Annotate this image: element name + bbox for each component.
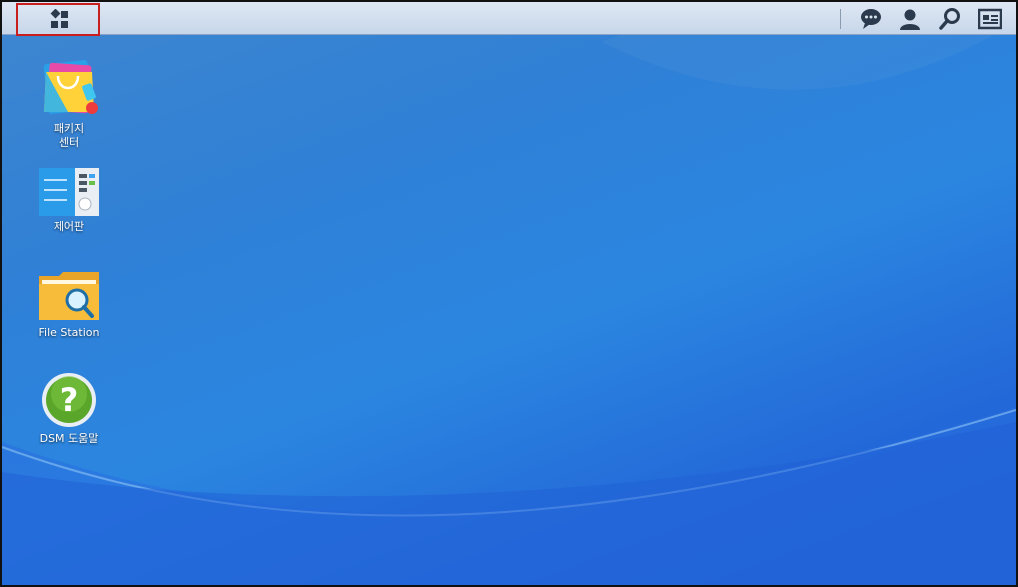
desktop-shortcut-label: File Station bbox=[38, 326, 100, 339]
desktop-shortcut-file-station[interactable]: File Station bbox=[22, 270, 116, 340]
desktop-shortcut-label: DSM 도움말 bbox=[39, 432, 99, 445]
svg-text:?: ? bbox=[60, 381, 79, 419]
widgets-icon[interactable] bbox=[978, 7, 1002, 31]
package-center-icon bbox=[43, 60, 98, 114]
control-panel-icon bbox=[39, 168, 99, 216]
file-station-icon bbox=[39, 272, 99, 320]
dsm-desktop: 패키지 센터 제어판 File Station ? DSM 도움말 bbox=[0, 0, 1018, 587]
main-menu-button[interactable] bbox=[16, 3, 100, 36]
desktop-wallpaper-wave bbox=[2, 2, 1016, 585]
desktop-shortcut-label: 패키지 센터 bbox=[53, 122, 85, 149]
dsm-help-icon: ? bbox=[42, 373, 96, 427]
desktop-shortcut-control-panel[interactable]: 제어판 bbox=[22, 168, 116, 234]
desktop-shortcut-dsm-help[interactable]: ? DSM 도움말 bbox=[22, 372, 116, 446]
main-menu-icon bbox=[50, 9, 68, 28]
taskbar-separator bbox=[840, 9, 841, 29]
desktop-shortcut-package-center[interactable]: 패키지 센터 bbox=[22, 58, 116, 150]
desktop-shortcut-label: 제어판 bbox=[53, 220, 85, 233]
search-icon[interactable] bbox=[938, 7, 962, 31]
notification-icon[interactable] bbox=[859, 7, 883, 31]
user-icon[interactable] bbox=[898, 7, 922, 31]
taskbar bbox=[2, 2, 1016, 36]
